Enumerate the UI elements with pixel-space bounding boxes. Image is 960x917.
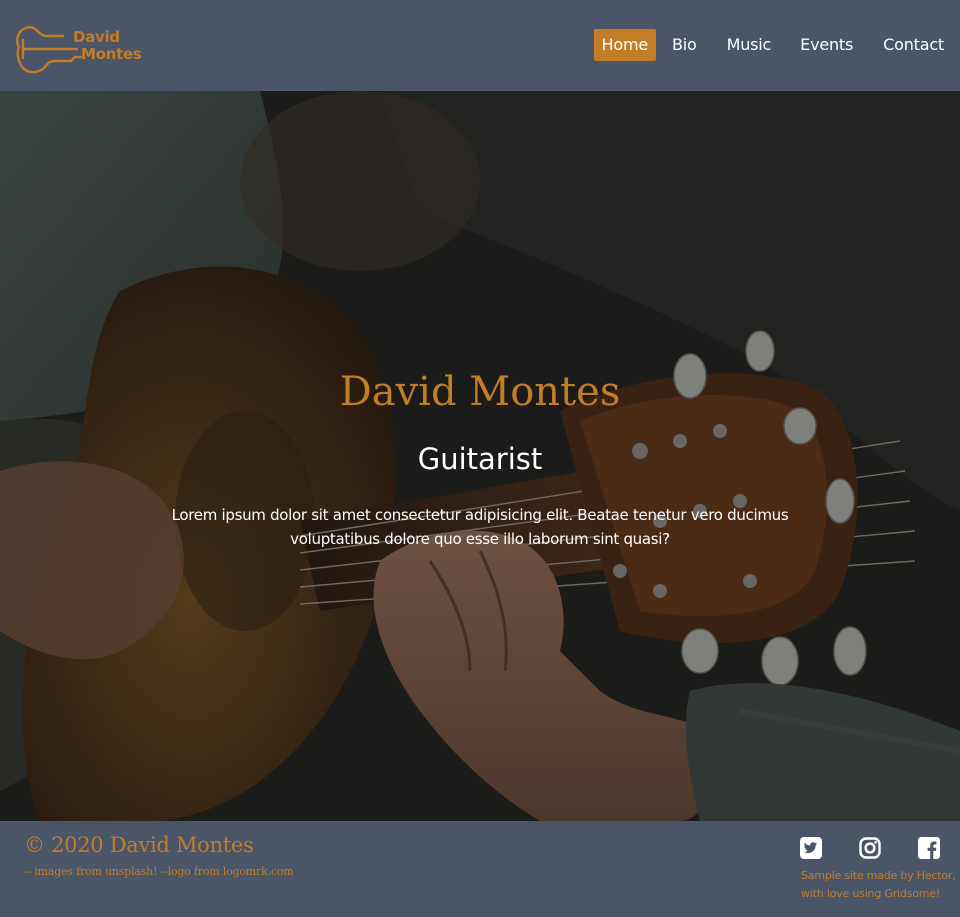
instagram-icon[interactable] xyxy=(859,837,881,859)
nav-bio-link[interactable]: Bio xyxy=(664,29,705,61)
main-nav: Home Bio Music Events Contact xyxy=(593,29,944,61)
nav-home-link[interactable]: Home xyxy=(593,29,656,61)
twitter-icon[interactable] xyxy=(800,837,822,859)
hero-title: David Montes xyxy=(339,369,621,415)
nav-music-link[interactable]: Music xyxy=(719,29,780,61)
hero-subtitle: Guitarist xyxy=(417,442,543,476)
site-header: David Montes Home Bio Music Events Conta… xyxy=(0,0,960,91)
credits-text: -- images from unsplash! --logo from log… xyxy=(24,865,294,878)
social-links xyxy=(800,837,945,863)
hero-section: David Montes Guitarist Lorem ipsum dolor… xyxy=(0,91,960,821)
logo-text-last: Montes xyxy=(81,45,142,63)
nav-contact-link[interactable]: Contact xyxy=(875,29,944,61)
site-logo[interactable]: David Montes xyxy=(15,21,145,77)
facebook-icon[interactable] xyxy=(918,837,940,859)
logo-text-first: David xyxy=(73,28,120,46)
hero-description: Lorem ipsum dolor sit amet consectetur a… xyxy=(171,506,789,548)
copyright-text: © 2020 David Montes xyxy=(24,833,254,857)
nav-events-link[interactable]: Events xyxy=(792,29,861,61)
made-by-text: Sample site made by Hector, with love us… xyxy=(801,869,956,900)
site-footer: © 2020 David Montes -- images from unspl… xyxy=(0,821,960,917)
